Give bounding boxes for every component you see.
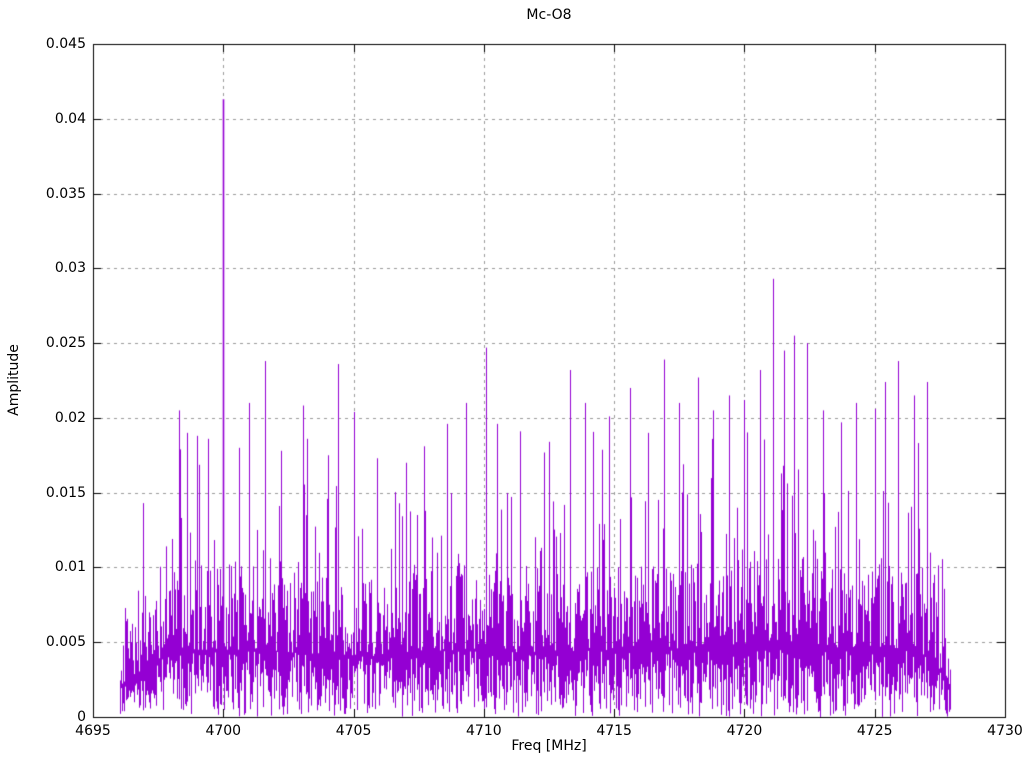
chart-title: Mc-O8: [526, 7, 572, 23]
y-tick-label: 0: [77, 709, 86, 725]
y-tick-label: 0.045: [45, 36, 86, 52]
y-tick-label: 0.03: [54, 260, 86, 277]
y-tick-label: 0.04: [54, 110, 86, 127]
y-axis-label: Amplitude: [6, 344, 22, 416]
y-tick-label: 0.025: [45, 335, 86, 352]
x-tick-label: 4720: [726, 723, 763, 739]
y-tick-label: 0.02: [54, 409, 86, 426]
y-tick-label: 0.015: [45, 484, 86, 501]
y-tick-label: 0.005: [45, 634, 86, 651]
x-tick-label: 4730: [987, 723, 1023, 739]
x-tick-label: 4725: [856, 723, 893, 739]
y-tick-label: 0.035: [45, 185, 86, 202]
spectrum-chart: Mc-O8 Freq [MHz] Amplitude 4695 4700 4705 4…: [0, 0, 1024, 768]
x-tick-label: 4715: [596, 723, 632, 739]
x-tick-label: 4710: [466, 723, 502, 739]
spectrum-plot-canvas: [0, 0, 1024, 768]
y-tick-label: 0.01: [54, 559, 86, 576]
x-tick-label: 4705: [335, 723, 372, 739]
x-tick-label: 4700: [205, 723, 242, 739]
